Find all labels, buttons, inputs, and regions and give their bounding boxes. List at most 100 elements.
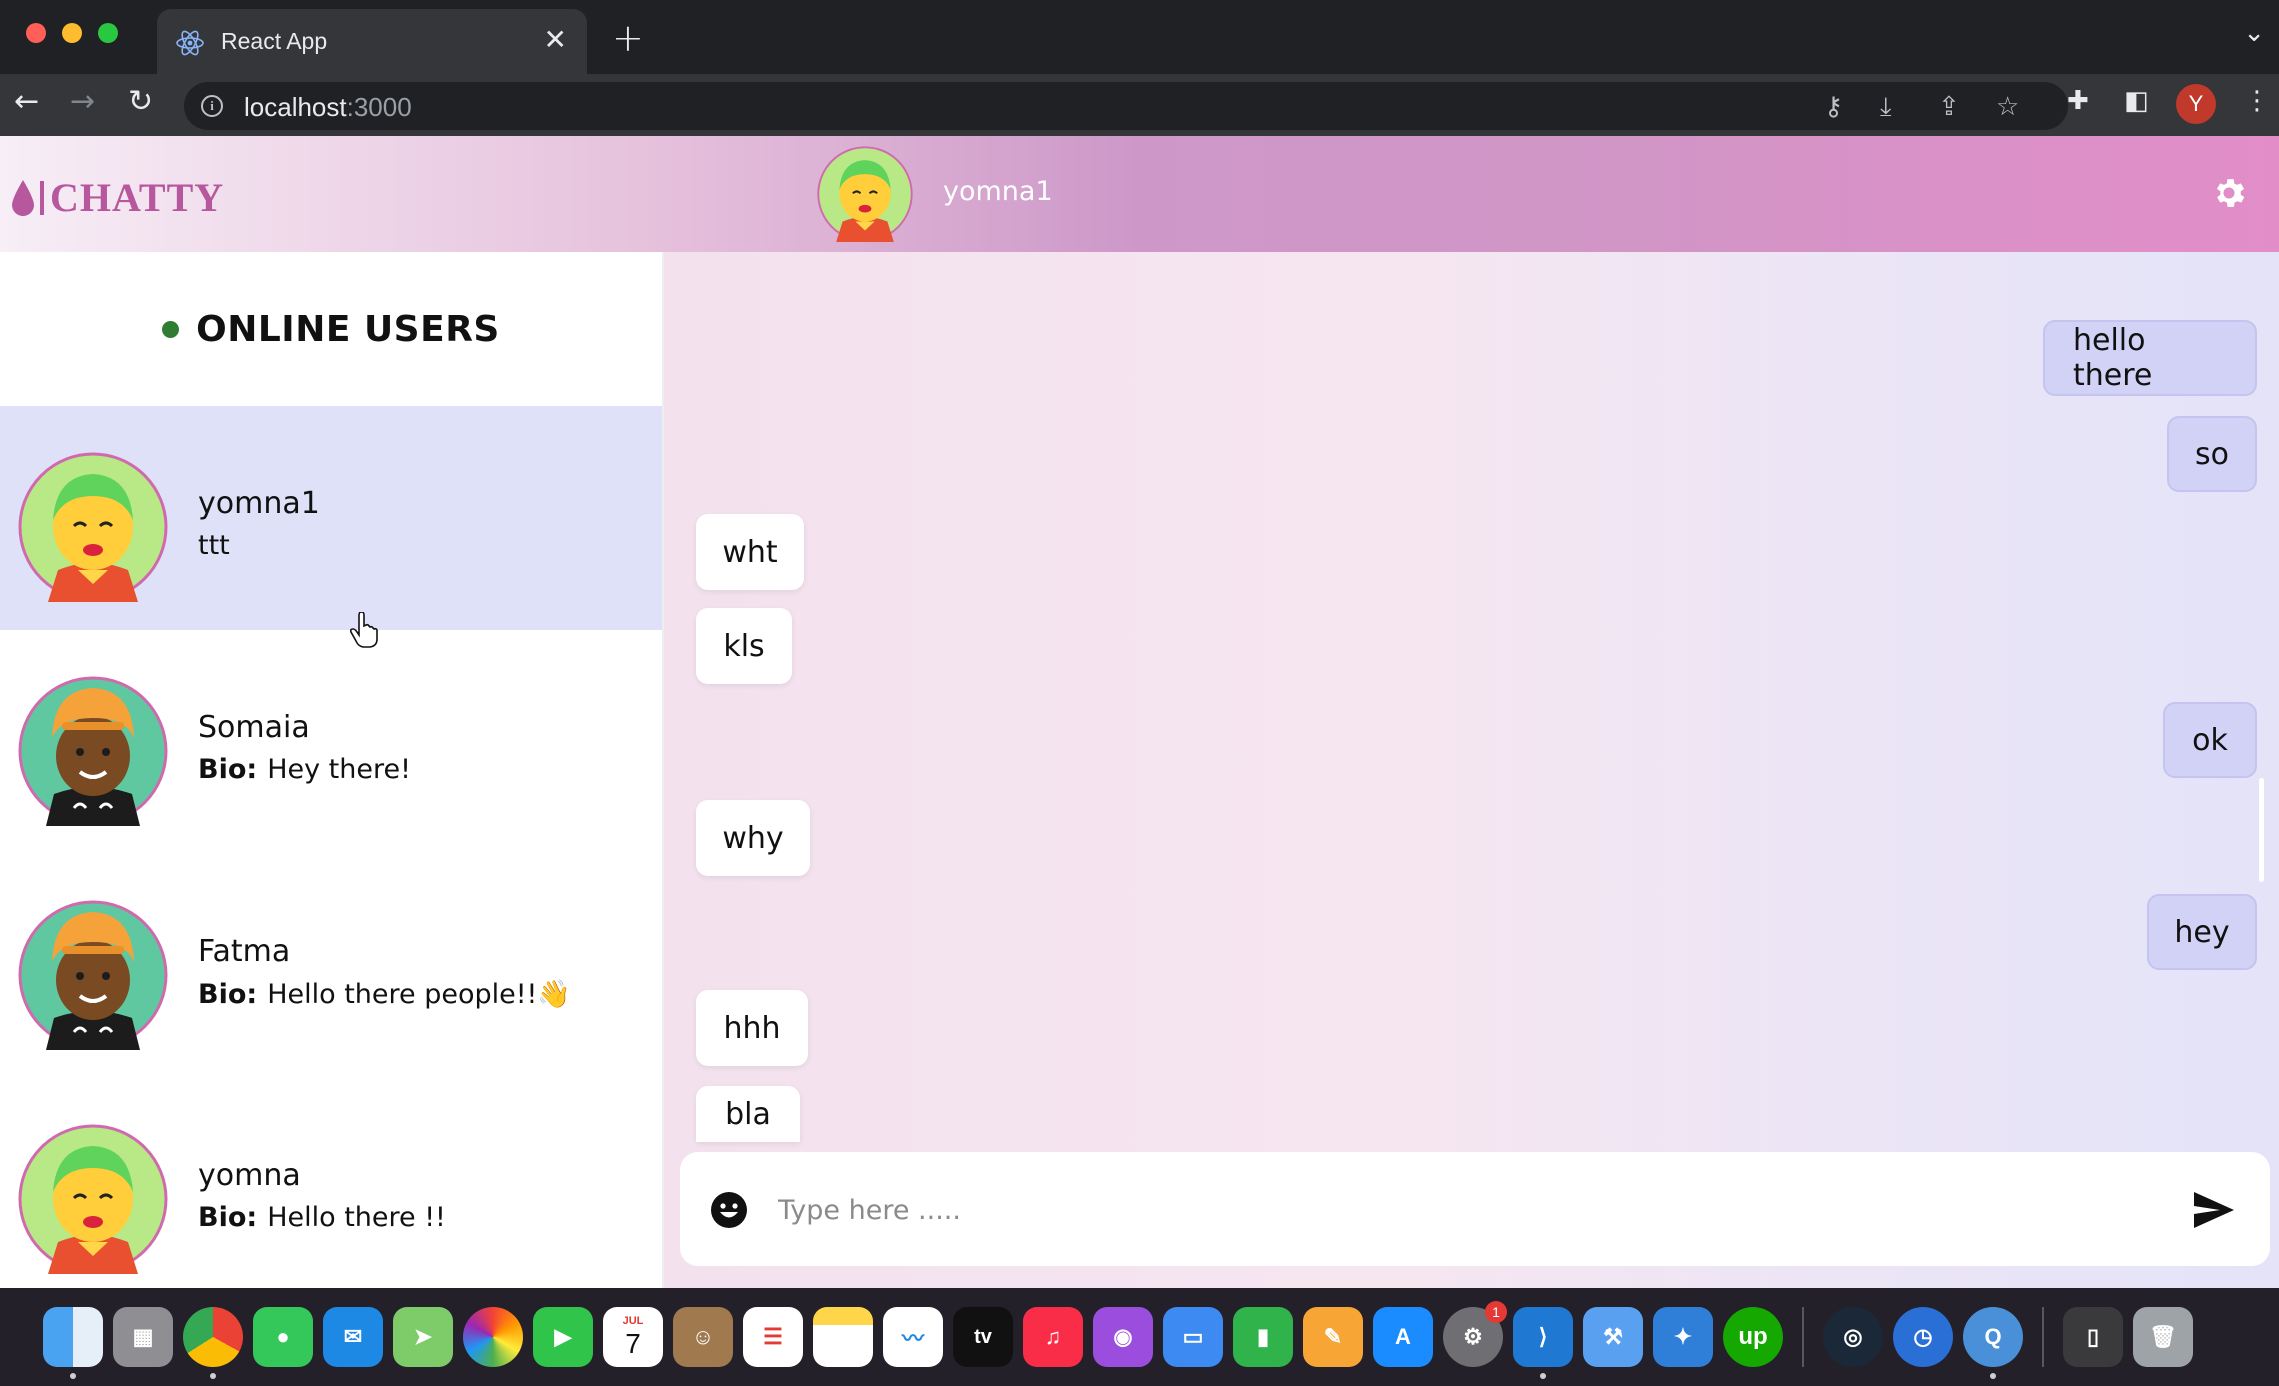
app-header: CHATTY yomna1 xyxy=(0,136,2279,252)
numbers-icon[interactable]: ▮ xyxy=(1233,1307,1293,1367)
message-bubble-outgoing: hey xyxy=(2147,894,2257,970)
safari-like-icon[interactable]: ◷ xyxy=(1893,1307,1953,1367)
send-icon[interactable] xyxy=(2192,1190,2236,1230)
message-input[interactable] xyxy=(776,1180,2160,1240)
drop-icon xyxy=(12,179,34,216)
photos-icon[interactable] xyxy=(463,1307,523,1367)
green-girl-avatar xyxy=(18,1124,168,1274)
xcode-icon[interactable]: ⚒ xyxy=(1583,1307,1643,1367)
close-tab-icon[interactable]: ✕ xyxy=(544,23,567,56)
chat-app: CHATTY yomna1 ONLINE USERS yomna1 ttt So… xyxy=(0,136,2279,1288)
developer-tools-icon[interactable]: ✦ xyxy=(1653,1307,1713,1367)
minimize-window-button[interactable] xyxy=(62,23,82,43)
macos-dock: ▦ ● ✉ ➤ ▶ JUL 7 ☺ ☰ 〰 tv ♫ ◉ ▭ ▮ ✎ A ⚙ 1 … xyxy=(38,1292,2198,1382)
message-bubble-outgoing: ok xyxy=(2163,702,2257,778)
user-row-fatma[interactable]: Fatma Bio: Hello there people!!👋 xyxy=(0,854,662,1078)
side-panel-icon[interactable]: ◧ xyxy=(2124,86,2149,116)
keynote-icon[interactable]: ▭ xyxy=(1163,1307,1223,1367)
user-bio: Bio: Hello there people!!👋 xyxy=(198,978,571,1010)
site-info-icon[interactable]: i xyxy=(201,95,223,117)
extensions-puzzle-icon[interactable]: ✚ xyxy=(2067,86,2089,116)
bookmark-star-icon[interactable]: ☆ xyxy=(1996,92,2019,122)
browser-tab[interactable]: React App ✕ xyxy=(157,9,587,74)
online-users-sidebar: ONLINE USERS yomna1 ttt Somaia Bio: Hey … xyxy=(0,252,662,1288)
music-icon[interactable]: ♫ xyxy=(1023,1307,1083,1367)
back-arrow-icon[interactable]: ← xyxy=(14,84,39,119)
more-menu-icon[interactable]: ⋮ xyxy=(2244,86,2270,116)
launchpad-icon[interactable]: ▦ xyxy=(113,1307,173,1367)
contacts-icon[interactable]: ☺ xyxy=(673,1307,733,1367)
new-tab-button[interactable]: + xyxy=(612,16,644,60)
app-store-icon[interactable]: A xyxy=(1373,1307,1433,1367)
freeform-icon[interactable]: 〰 xyxy=(883,1307,943,1367)
forward-arrow-icon[interactable]: → xyxy=(70,84,95,119)
maps-icon[interactable]: ➤ xyxy=(393,1307,453,1367)
tab-search-chevron-icon[interactable]: ⌄ xyxy=(2243,18,2265,48)
steam-icon[interactable]: ◎ xyxy=(1823,1307,1883,1367)
user-row-yomna1[interactable]: yomna1 ttt xyxy=(0,406,662,630)
tv-label: tv xyxy=(974,1325,992,1348)
calendar-day: 7 xyxy=(625,1328,641,1359)
install-icon[interactable]: ⤓ xyxy=(1880,92,1892,123)
message-bubble-incoming: hhh xyxy=(696,990,808,1066)
apple-tv-icon[interactable]: tv xyxy=(953,1307,1013,1367)
key-icon[interactable]: ⚷ xyxy=(1824,92,1843,122)
mail-icon[interactable]: ✉ xyxy=(323,1307,383,1367)
settings-gear-icon[interactable] xyxy=(2210,174,2248,212)
logo-divider xyxy=(40,180,44,215)
url-host: localhost xyxy=(244,92,347,122)
dock-separator xyxy=(1802,1307,1804,1367)
notes-icon[interactable] xyxy=(813,1307,873,1367)
close-window-button[interactable] xyxy=(26,23,46,43)
tab-title: React App xyxy=(221,28,328,54)
react-icon xyxy=(176,30,204,56)
emoji-smiley-icon[interactable] xyxy=(710,1191,748,1229)
vscode-icon[interactable]: ⟩ xyxy=(1513,1307,1573,1379)
user-bio: Bio: Hello there !! xyxy=(198,1202,446,1233)
podcasts-icon[interactable]: ◉ xyxy=(1093,1307,1153,1367)
message-bubble-incoming: bla xyxy=(696,1086,800,1142)
trash-icon[interactable]: 🗑 xyxy=(2133,1307,2193,1367)
sidebar-title-text: ONLINE USERS xyxy=(196,308,500,350)
reminders-icon[interactable]: ☰ xyxy=(743,1307,803,1367)
quicktime-icon[interactable]: Q xyxy=(1963,1307,2023,1379)
user-bio: Bio: Hey there! xyxy=(198,754,411,785)
orange-hat-avatar xyxy=(18,676,168,826)
url-text: localhost:3000 xyxy=(244,92,412,123)
calendar-icon[interactable]: JUL 7 xyxy=(603,1307,663,1367)
chat-panel: hello there so wht kls ok why hey hhh bl… xyxy=(662,252,2279,1288)
facetime-icon[interactable]: ▶ xyxy=(533,1307,593,1367)
current-user-avatar[interactable] xyxy=(817,146,913,242)
pages-icon[interactable]: ✎ xyxy=(1303,1307,1363,1367)
bio-text: Hey there! xyxy=(267,754,411,785)
user-last-message: ttt xyxy=(198,530,230,561)
current-user-name: yomna1 xyxy=(943,176,1053,207)
running-indicator xyxy=(70,1373,76,1379)
bio-text: Hello there people!!👋 xyxy=(267,979,572,1010)
user-row-somaia[interactable]: Somaia Bio: Hey there! xyxy=(0,630,662,854)
user-row-yomna[interactable]: yomna Bio: Hello there !! xyxy=(0,1078,662,1288)
message-bubble-outgoing: so xyxy=(2167,416,2257,492)
browser-toolbar: ← → ↻ i localhost:3000 ⚷ ⤓ ⇪ ☆ ✚ ◧ Y ⋮ xyxy=(0,74,2279,136)
share-icon[interactable]: ⇪ xyxy=(1938,92,1960,122)
browser-tabstrip: React App ✕ + ⌄ xyxy=(0,0,2279,74)
address-bar[interactable]: i localhost:3000 ⚷ ⤓ ⇪ ☆ xyxy=(184,82,2068,130)
dock-separator xyxy=(2042,1307,2044,1367)
calendar-month: JUL xyxy=(622,1315,644,1327)
profile-avatar[interactable]: Y xyxy=(2176,84,2216,124)
downloads-folder-icon[interactable]: ▯ xyxy=(2063,1307,2123,1367)
url-port: :3000 xyxy=(346,92,412,122)
running-indicator xyxy=(210,1373,216,1379)
online-status-dot xyxy=(162,320,180,338)
message-bubble-incoming: why xyxy=(696,800,810,876)
zoom-window-button[interactable] xyxy=(98,23,118,43)
system-settings-icon[interactable]: ⚙ 1 xyxy=(1443,1301,1507,1367)
chat-scrollbar[interactable] xyxy=(2259,778,2264,882)
messages-icon[interactable]: ● xyxy=(253,1307,313,1367)
upwork-icon[interactable]: up xyxy=(1723,1307,1783,1367)
chrome-icon[interactable] xyxy=(183,1307,243,1379)
finder-icon[interactable] xyxy=(43,1307,103,1379)
running-indicator xyxy=(1540,1373,1546,1379)
user-name: yomna xyxy=(198,1158,301,1193)
reload-icon[interactable]: ↻ xyxy=(128,84,153,119)
